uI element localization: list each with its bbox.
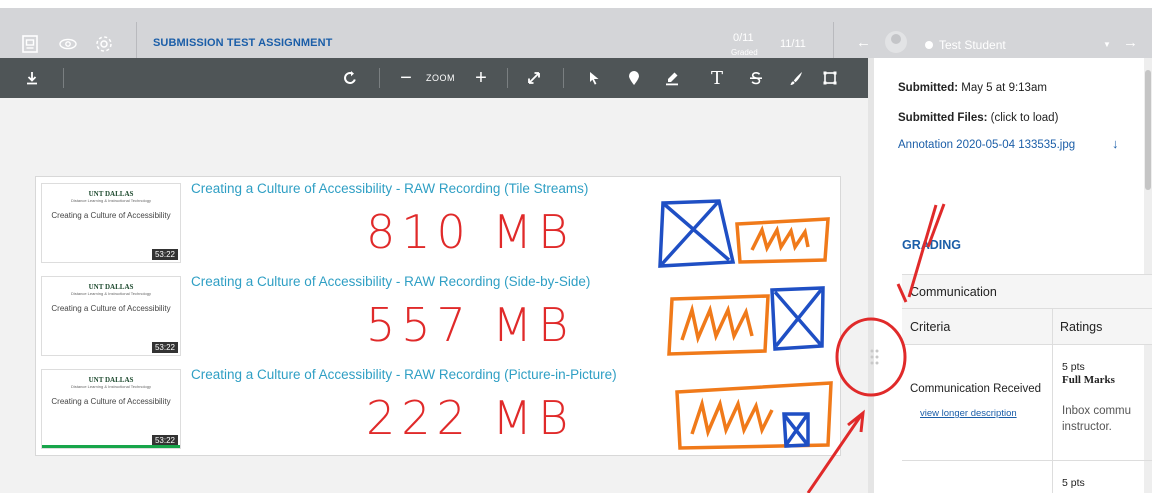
- watch-progress-bar: [42, 445, 180, 448]
- point-annotation-icon[interactable]: [622, 58, 646, 98]
- previous-student-arrow-icon[interactable]: ←: [856, 34, 871, 51]
- header-divider: [833, 22, 834, 58]
- recording-row: UNT DALLAS Distance Learning & Instructi…: [36, 363, 842, 456]
- thumbnail-brand: UNT DALLAS: [88, 190, 134, 198]
- grading-panel: Submitted: May 5 at 9:13am Submitted Fil…: [868, 58, 1152, 493]
- rubric-table: Communication Criteria Ratings Communica…: [902, 274, 1152, 493]
- rotate-icon[interactable]: [339, 58, 361, 98]
- rating-description-line: Inbox commu: [1062, 405, 1132, 417]
- submitted-date: May 5 at 9:13am: [961, 82, 1047, 94]
- toolbar-divider: [63, 68, 64, 88]
- student-status-dot: [925, 41, 933, 49]
- toolbar-divider: [507, 68, 508, 88]
- download-icon[interactable]: [22, 58, 42, 98]
- rating-points[interactable]: 5 pts: [1062, 361, 1085, 373]
- student-avatar: [885, 31, 907, 53]
- recording-title[interactable]: Creating a Culture of Accessibility - RA…: [191, 274, 590, 289]
- criterion-name: Communication Received: [910, 383, 1042, 395]
- submitted-files-info: Submitted Files: (click to load): [898, 112, 1058, 124]
- zoom-in-button[interactable]: +: [470, 58, 492, 98]
- chevron-down-icon[interactable]: ▼: [1103, 40, 1111, 49]
- freehand-draw-icon[interactable]: [784, 58, 808, 98]
- text-tool-button[interactable]: T: [705, 58, 729, 98]
- strikeout-icon[interactable]: [744, 58, 768, 98]
- next-student-arrow-icon[interactable]: →: [1123, 34, 1138, 51]
- fullscreen-icon[interactable]: [523, 58, 545, 98]
- ratings-column-header: Ratings: [1060, 320, 1103, 334]
- submitted-label: Submitted:: [898, 82, 959, 94]
- submission-document[interactable]: UNT DALLAS Distance Learning & Instructi…: [35, 176, 841, 456]
- thumbnail-brand: UNT DALLAS: [88, 376, 134, 384]
- video-thumbnail[interactable]: UNT DALLAS Distance Learning & Instructi…: [41, 276, 181, 356]
- rubric-criterion-row: Communication Received view longer descr…: [902, 345, 1152, 461]
- thumbnail-subtitle: Distance Learning & Instructional Techno…: [71, 198, 151, 203]
- recording-row: UNT DALLAS Distance Learning & Instructi…: [36, 270, 842, 363]
- rubric-title: Communication: [902, 275, 1152, 309]
- student-select[interactable]: Test Student: [939, 38, 1006, 52]
- rubric-header-row: Criteria Ratings: [902, 309, 1152, 345]
- annotation-toolbar: − ZOOM + T: [0, 58, 868, 98]
- recording-title[interactable]: Creating a Culture of Accessibility - RA…: [191, 181, 588, 196]
- submitted-info: Submitted: May 5 at 9:13am: [898, 82, 1047, 94]
- video-duration: 53:22: [151, 342, 178, 353]
- download-file-icon[interactable]: ↓: [1112, 136, 1119, 151]
- rating-name[interactable]: Full Marks: [1062, 374, 1115, 386]
- video-thumbnail[interactable]: UNT DALLAS Distance Learning & Instructi…: [41, 369, 181, 449]
- submitted-file-link[interactable]: Annotation 2020-05-04 133535.jpg: [898, 139, 1075, 151]
- recording-row: UNT DALLAS Distance Learning & Instructi…: [36, 177, 842, 270]
- thumbnail-title: Creating a Culture of Accessibility: [51, 304, 171, 313]
- handwritten-size-annotation: 557 MB: [366, 298, 575, 352]
- next-rating-points[interactable]: 5 pts: [1062, 477, 1085, 489]
- zoom-out-button[interactable]: −: [395, 58, 417, 98]
- recording-title[interactable]: Creating a Culture of Accessibility - RA…: [191, 367, 617, 382]
- video-duration: 53:22: [151, 249, 178, 260]
- document-viewer[interactable]: UNT DALLAS Distance Learning & Instructi…: [0, 98, 868, 493]
- grading-heading: GRADING: [902, 238, 962, 252]
- rating-description: Inbox commu instructor.: [1062, 403, 1131, 435]
- thumbnail-brand: UNT DALLAS: [88, 283, 134, 291]
- toolbar-divider: [563, 68, 564, 88]
- graded-count: 0/11: [733, 32, 754, 44]
- thumbnail-title: Creating a Culture of Accessibility: [51, 397, 171, 406]
- header-top-strip: [0, 0, 1152, 8]
- app-header: SUBMISSION TEST ASSIGNMENT 0/11 Graded 1…: [0, 0, 1152, 58]
- handwritten-size-annotation: 222 MB: [366, 391, 575, 445]
- submitted-files-label: Submitted Files:: [898, 112, 988, 124]
- select-pointer-icon[interactable]: [582, 58, 606, 98]
- header-divider: [136, 22, 137, 58]
- eye-icon[interactable]: [58, 34, 78, 54]
- thumbnail-subtitle: Distance Learning & Instructional Techno…: [71, 384, 151, 389]
- rating-description-line: instructor.: [1062, 421, 1112, 433]
- criteria-column-header: Criteria: [910, 320, 951, 334]
- submission-icon[interactable]: [20, 34, 40, 54]
- handwritten-size-annotation: 810 MB: [366, 205, 575, 259]
- video-thumbnail[interactable]: UNT DALLAS Distance Learning & Instructi…: [41, 183, 181, 263]
- submitted-files-hint: (click to load): [990, 112, 1059, 124]
- gear-icon[interactable]: [94, 34, 114, 54]
- submission-progress: 11/11: [780, 38, 806, 50]
- view-longer-description-link[interactable]: view longer description: [920, 408, 1017, 419]
- thumbnail-title: Creating a Culture of Accessibility: [51, 211, 171, 220]
- highlight-icon[interactable]: [660, 58, 684, 98]
- zoom-label: ZOOM: [426, 73, 455, 83]
- assignment-title[interactable]: SUBMISSION TEST ASSIGNMENT: [153, 37, 332, 49]
- toolbar-divider: [379, 68, 380, 88]
- graded-label: Graded: [731, 48, 758, 57]
- area-annotation-icon[interactable]: [818, 58, 842, 98]
- thumbnail-subtitle: Distance Learning & Instructional Techno…: [71, 291, 151, 296]
